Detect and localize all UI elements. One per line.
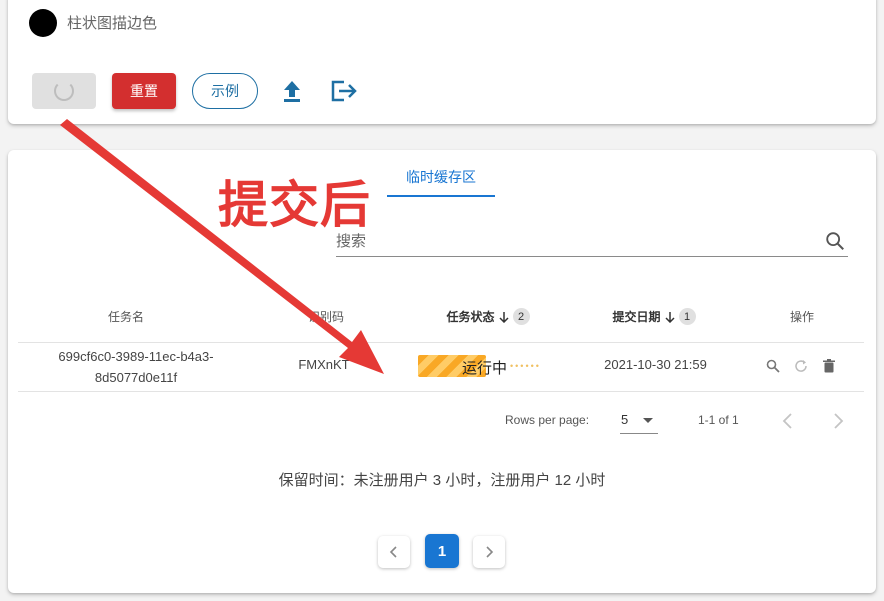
export-button[interactable]: [328, 76, 360, 106]
pagination-range: 1-1 of 1: [698, 413, 739, 427]
chevron-left-icon[interactable]: [778, 410, 798, 432]
header-divider: [18, 342, 864, 343]
task-name-line2: 8d5077d0e11f: [94, 370, 178, 385]
search-icon[interactable]: [765, 358, 781, 374]
delete-icon[interactable]: [821, 358, 837, 374]
reset-button[interactable]: 重置: [112, 73, 176, 109]
search-icon[interactable]: [824, 230, 846, 252]
task-panel: 临时缓存区 任务名 识别码 任务状态 2 提交日期 1 操作 699cf6c0-…: [8, 150, 876, 593]
search-input[interactable]: [336, 228, 806, 254]
page-button-current[interactable]: 1: [425, 534, 459, 568]
row-divider: [18, 391, 864, 392]
header-task-name-label: 任务名: [107, 310, 144, 324]
caret-down-icon: [643, 418, 653, 423]
search-field: [336, 228, 848, 257]
header-status[interactable]: 任务状态 2: [438, 308, 538, 325]
arrow-down-icon: [664, 311, 675, 323]
header-actions: 操作: [778, 308, 826, 325]
status-text: 运行中: [462, 360, 508, 377]
date-sort-badge: 1: [678, 308, 696, 325]
task-date-cell: 2021-10-30 21:59: [604, 357, 707, 372]
tab-indicator: [387, 195, 495, 197]
rows-per-page-label: Rows per page:: [505, 413, 590, 427]
settings-panel: 柱状图描边色 重置 示例: [8, 0, 876, 124]
task-code-cell: FMXnKT: [298, 357, 350, 372]
status-progress-dots: ••••••: [510, 361, 541, 371]
tab-temp-cache[interactable]: 临时缓存区: [387, 164, 495, 198]
header-actions-label: 操作: [789, 310, 814, 324]
header-task-name[interactable]: 任务名: [86, 308, 166, 325]
header-status-label: 任务状态: [446, 310, 495, 324]
refresh-icon[interactable]: [793, 358, 809, 374]
export-icon: [331, 80, 357, 102]
stroke-color-label: 柱状图描边色: [67, 15, 158, 32]
header-date-label: 提交日期: [612, 310, 661, 324]
upload-button[interactable]: [278, 76, 306, 106]
arrow-down-icon: [498, 311, 509, 323]
upload-icon: [284, 81, 300, 102]
stroke-color-swatch[interactable]: [29, 9, 57, 37]
retention-note: 保留时间：未注册用户 3 小时，注册用户 12 小时: [278, 472, 606, 489]
next-page-button[interactable]: [473, 536, 505, 568]
task-name-line1: 699cf6c0-3989-11ec-b4a3-: [58, 349, 214, 364]
spinner-icon: [54, 81, 74, 101]
status-sort-badge: 2: [512, 308, 530, 325]
header-code-label: 识别码: [307, 310, 344, 324]
example-button[interactable]: 示例: [192, 73, 258, 109]
task-name-cell: 699cf6c0-3989-11ec-b4a3- 8d5077d0e11f: [46, 346, 226, 388]
prev-page-button[interactable]: [378, 536, 410, 568]
chevron-right-icon[interactable]: [828, 410, 848, 432]
submit-loading-button[interactable]: [32, 73, 96, 109]
annotation-text: 提交后: [218, 177, 371, 233]
chevron-right-icon: [486, 546, 494, 558]
header-date[interactable]: 提交日期 1: [606, 308, 702, 325]
rows-per-page-select[interactable]: 5: [620, 409, 658, 434]
chevron-left-icon: [389, 546, 397, 558]
header-code[interactable]: 识别码: [288, 308, 364, 325]
rows-per-page-value: 5: [621, 412, 629, 427]
task-status-cell: •••••• 运行中: [418, 355, 558, 377]
